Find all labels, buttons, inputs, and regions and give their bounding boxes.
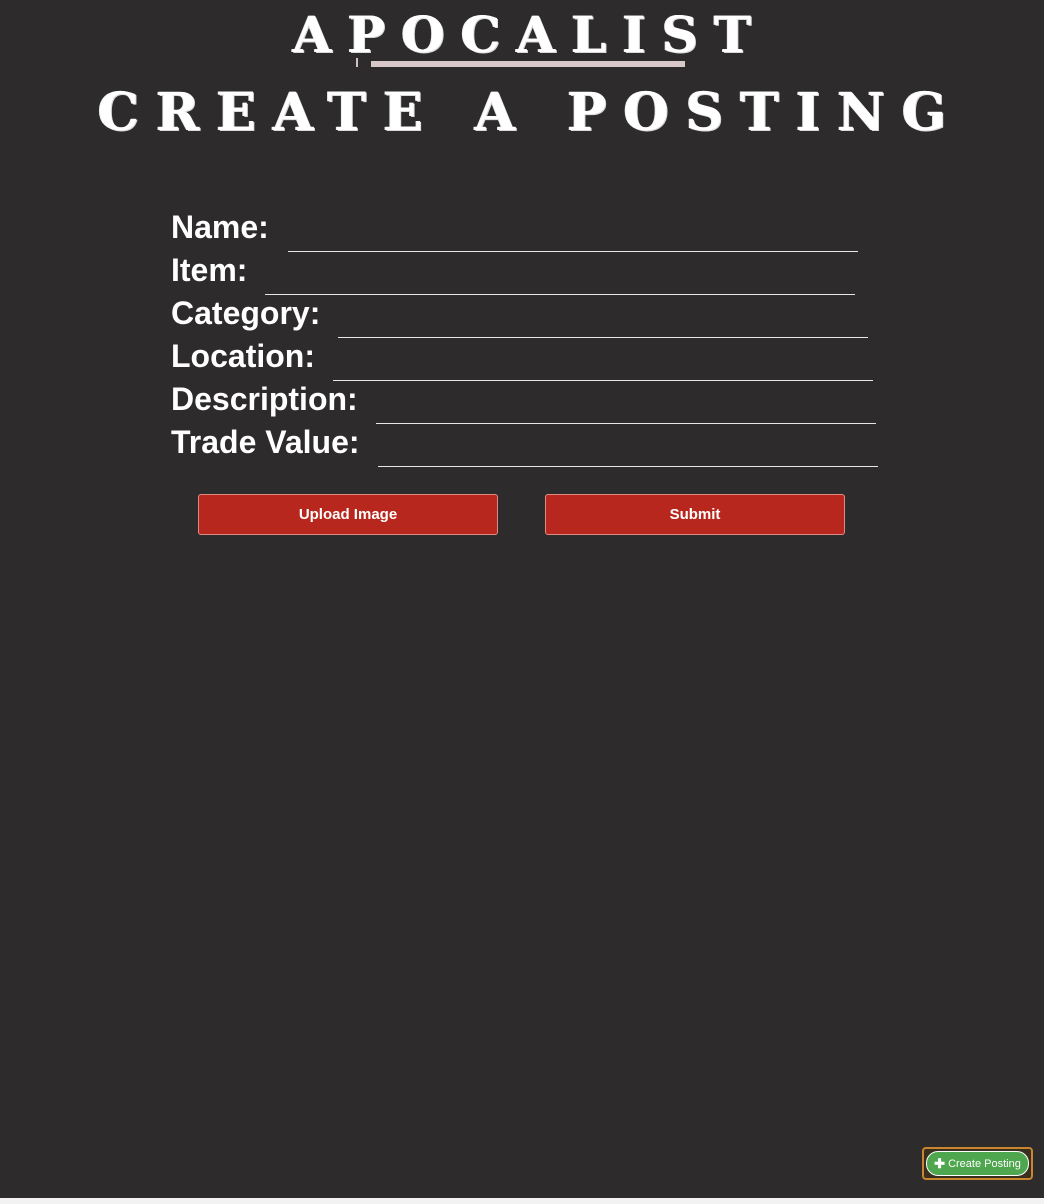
- location-row: Location:: [171, 333, 891, 381]
- brand-logo[interactable]: APOCALIST: [277, 6, 767, 64]
- item-row: Item:: [171, 247, 891, 295]
- name-field[interactable]: [287, 223, 858, 252]
- description-label: Description:: [171, 381, 358, 417]
- description-row: Description:: [171, 376, 891, 424]
- create-posting-button-frame: ✚ Create Posting: [922, 1147, 1033, 1180]
- name-row: Name:: [171, 204, 891, 252]
- create-posting-button[interactable]: ✚ Create Posting: [926, 1151, 1029, 1176]
- trade-value-field[interactable]: [377, 438, 878, 467]
- category-field[interactable]: [338, 309, 869, 338]
- description-field[interactable]: [375, 395, 876, 424]
- bottom-strip: [0, 1198, 1044, 1204]
- item-label: Item:: [171, 252, 248, 288]
- item-field[interactable]: [265, 266, 856, 295]
- brand-cursor: [356, 58, 358, 67]
- create-posting-label: Create Posting: [948, 1157, 1021, 1170]
- name-label: Name:: [171, 209, 269, 245]
- location-label: Location:: [171, 338, 315, 374]
- category-row: Category:: [171, 290, 891, 338]
- page-title: CREATE A POSTING: [97, 82, 964, 143]
- brand-header: APOCALIST: [0, 6, 1044, 64]
- submit-button[interactable]: Submit: [545, 494, 845, 535]
- trade-value-label: Trade Value:: [171, 424, 360, 460]
- trade-value-row: Trade Value:: [171, 419, 891, 467]
- posting-form: Name: Item: Category: Location: Descript…: [171, 204, 891, 467]
- location-field[interactable]: [332, 352, 873, 381]
- plus-icon: ✚: [934, 1156, 946, 1171]
- brand-underline: [371, 61, 685, 67]
- category-label: Category:: [171, 295, 321, 331]
- upload-image-button[interactable]: Upload Image: [198, 494, 498, 535]
